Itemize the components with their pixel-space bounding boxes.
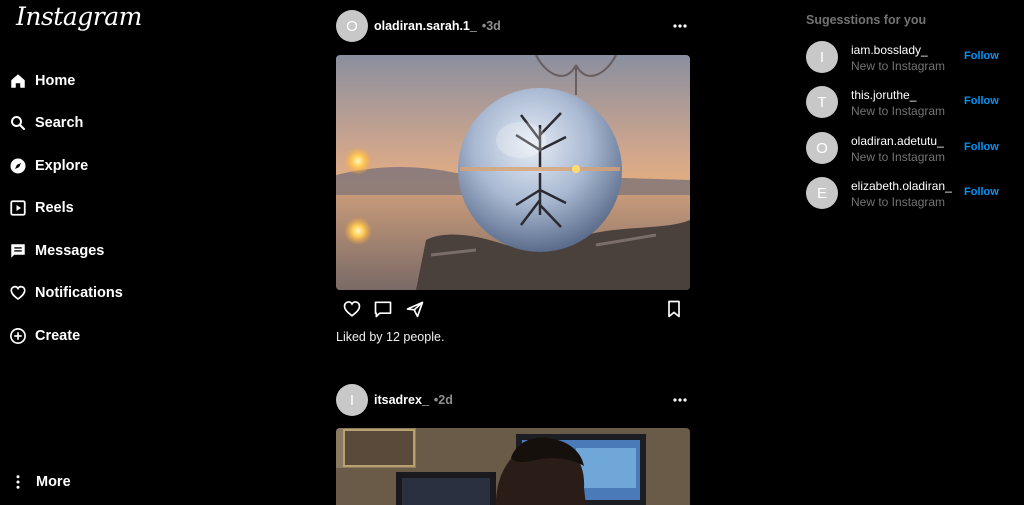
suggestion-username[interactable]: iam.bosslady_: [851, 43, 928, 57]
share-icon[interactable]: [405, 299, 425, 319]
post-header: O oladiran.sarah.1_ •3d: [336, 10, 690, 42]
suggestion-subtitle: New to Instagram: [851, 195, 946, 209]
suggestion-username[interactable]: oladiran.adetutu_: [851, 134, 944, 148]
sidebar-item-label: Create: [35, 328, 81, 344]
sidebar-item-label: Explore: [35, 158, 89, 174]
sidebar-item-messages[interactable]: Messages: [9, 236, 104, 266]
follow-button[interactable]: Follow: [964, 95, 999, 107]
message-icon: [9, 242, 27, 260]
sidebar-item-notifications[interactable]: Notifications: [9, 278, 123, 308]
suggestion-subtitle: New to Instagram: [851, 59, 946, 73]
sidebar-item-label: Reels: [35, 200, 74, 216]
post-username[interactable]: itsadrex_: [374, 393, 429, 407]
likes-count[interactable]: Liked by 12 people.: [336, 330, 444, 344]
suggestion-item: E elizabeth.oladiran_ New to Instagram F…: [806, 177, 1006, 209]
suggestion-subtitle: New to Instagram: [851, 150, 946, 164]
plus-circle-icon: [9, 327, 27, 345]
post-image[interactable]: [336, 428, 690, 505]
post-image[interactable]: [336, 55, 690, 290]
more-options-icon[interactable]: [672, 19, 688, 33]
suggestion-item: T this.joruthe_ New to Instagram Follow: [806, 86, 1006, 118]
search-icon: [9, 114, 27, 132]
sidebar-item-label: Notifications: [35, 285, 123, 301]
more-options-icon[interactable]: [672, 393, 688, 407]
sidebar-item-label: Messages: [35, 243, 105, 259]
post-actions: [336, 299, 690, 319]
avatar[interactable]: E: [806, 177, 838, 209]
avatar[interactable]: I: [336, 384, 368, 416]
sidebar-item-label: Search: [35, 115, 84, 131]
suggestion-username[interactable]: this.joruthe_: [851, 88, 916, 102]
follow-button[interactable]: Follow: [964, 186, 999, 198]
post-age: •3d: [481, 19, 501, 33]
avatar[interactable]: T: [806, 86, 838, 118]
post-header: I itsadrex_ •2d: [336, 384, 690, 416]
home-icon: [9, 72, 27, 90]
sidebar-item-more[interactable]: More: [9, 467, 71, 497]
sidebar-item-label: Home: [35, 73, 76, 89]
suggestion-item: I iam.bosslady_ New to Instagram Follow: [806, 41, 1006, 73]
follow-button[interactable]: Follow: [964, 141, 999, 153]
suggestions-title: Sugesstions for you: [806, 13, 927, 27]
post-age: •2d: [433, 393, 453, 407]
sidebar-item-reels[interactable]: Reels: [9, 193, 74, 223]
sidebar-item-search[interactable]: Search: [9, 108, 83, 138]
bookmark-icon[interactable]: [664, 299, 684, 319]
sidebar-item-home[interactable]: Home: [9, 66, 75, 96]
sidebar-item-create[interactable]: Create: [9, 321, 80, 351]
heart-icon: [9, 284, 27, 302]
compass-icon: [9, 157, 27, 175]
suggestion-username[interactable]: elizabeth.oladiran_: [851, 179, 952, 193]
sidebar: Instagram Home Search Explore Reels Mess…: [0, 0, 200, 505]
sidebar-item-label: More: [36, 474, 71, 490]
like-heart-icon[interactable]: [342, 299, 362, 319]
sidebar-item-explore[interactable]: Explore: [9, 151, 88, 181]
suggestion-item: O oladiran.adetutu_ New to Instagram Fol…: [806, 132, 1006, 164]
avatar[interactable]: I: [806, 41, 838, 73]
avatar[interactable]: O: [336, 10, 368, 42]
instagram-logo[interactable]: Instagram: [16, 2, 142, 31]
avatar[interactable]: O: [806, 132, 838, 164]
more-vertical-icon: [9, 473, 27, 491]
comment-icon[interactable]: [373, 299, 393, 319]
post-username[interactable]: oladiran.sarah.1_: [374, 19, 477, 33]
follow-button[interactable]: Follow: [964, 50, 999, 62]
suggestion-subtitle: New to Instagram: [851, 104, 946, 118]
reels-icon: [9, 199, 27, 217]
